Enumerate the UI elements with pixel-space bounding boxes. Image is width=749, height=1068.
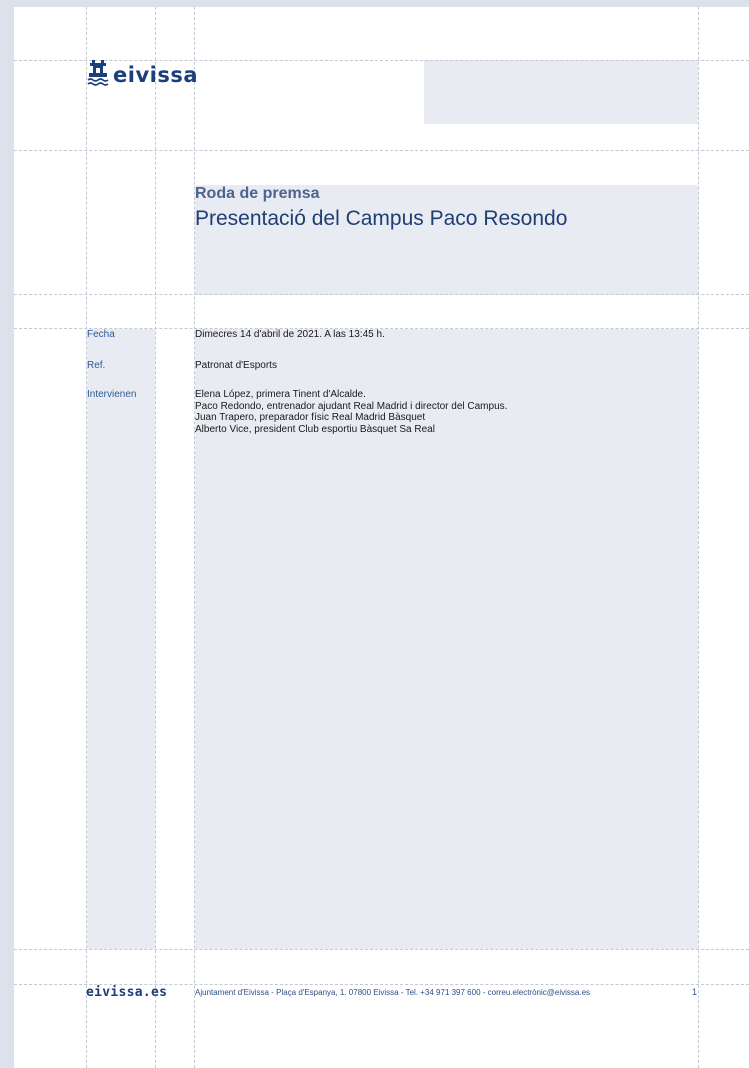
logo-wordmark: eivissa — [113, 63, 198, 87]
guide-vertical — [86, 7, 87, 1068]
guide-vertical — [194, 7, 195, 1068]
value-fecha: Dimecres 14 d'abril de 2021. A las 13:45… — [195, 329, 385, 341]
document-page: eivissa Roda de premsa Presentació del C… — [14, 7, 749, 1068]
label-intervienen: Intervienen — [87, 389, 137, 400]
guide-vertical — [698, 7, 699, 1068]
eivissa-logo: eivissa — [87, 57, 198, 93]
guide-horizontal — [14, 294, 749, 295]
value-line: Patronat d'Esports — [195, 360, 277, 371]
header-placeholder-box — [424, 60, 698, 124]
label-column-panel — [87, 329, 155, 949]
castle-waves-icon — [87, 60, 109, 86]
value-line: Juan Trapero, preparador físic Real Madr… — [195, 412, 426, 423]
value-line: Alberto Vice, president Club esportiu Bà… — [195, 423, 435, 435]
label-ref: Ref. — [87, 360, 106, 371]
value-line: Dimecres 14 d'abril de 2021. A las 13:45… — [195, 329, 385, 340]
document-kicker: Roda de premsa — [195, 185, 320, 202]
page-number: 1 — [692, 987, 698, 997]
value-ref: Patronat d'Esports — [195, 360, 277, 372]
footer-address: Ajuntament d'Eivissa - Plaça d'Espanya, … — [195, 988, 591, 997]
guide-horizontal — [14, 150, 749, 151]
guide-horizontal — [14, 949, 749, 950]
document-title: Presentació del Campus Paco Resondo — [195, 207, 568, 230]
label-fecha: Fecha — [87, 329, 115, 340]
footer-website: eivissa.es — [86, 985, 168, 1000]
value-line: Elena López, primera Tinent d'Alcalde. — [195, 389, 366, 400]
value-line: Paco Redondo, entrenador ajudant Real Ma… — [195, 400, 508, 412]
guide-vertical — [155, 7, 156, 1068]
value-intervienen: Elena López, primera Tinent d'Alcalde. P… — [195, 389, 507, 435]
